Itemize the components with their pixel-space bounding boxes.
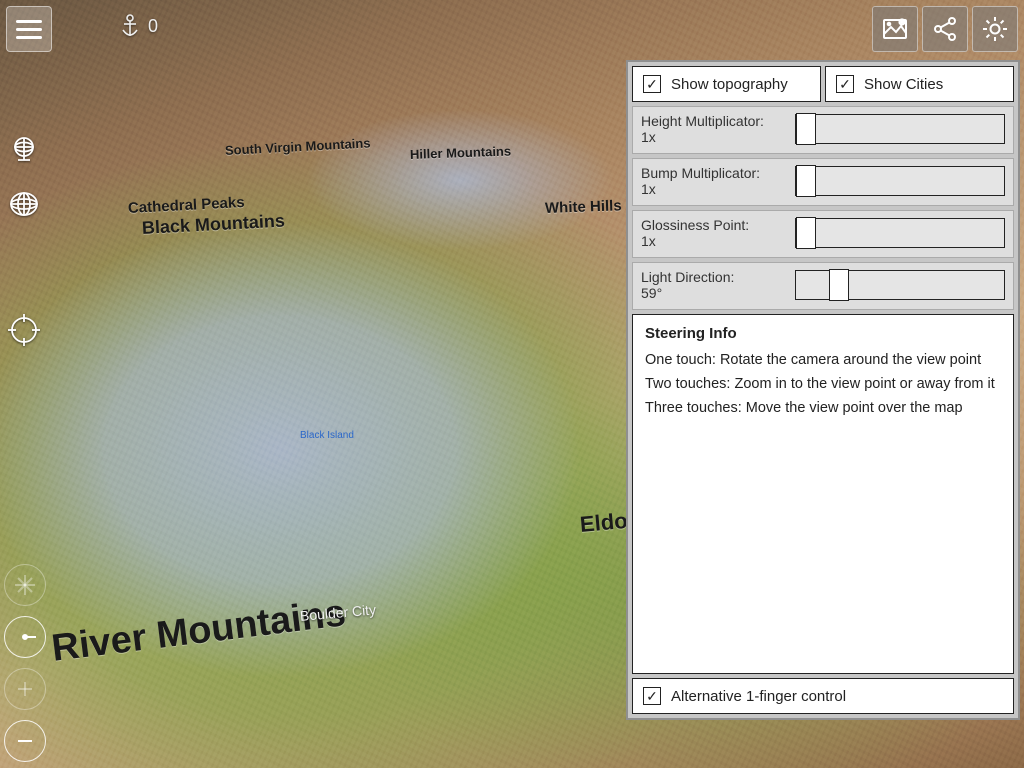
compass-button[interactable]	[4, 564, 46, 606]
slider-row: Glossiness Point:1x	[632, 210, 1014, 258]
zoom-in-button[interactable]	[4, 668, 46, 710]
checkbox-label: Alternative 1-finger control	[671, 688, 846, 705]
globe-view-button[interactable]	[4, 130, 44, 170]
slider-label: Height Multiplicator:	[641, 113, 791, 129]
rotate-button[interactable]	[4, 616, 46, 658]
alt-control-toggle[interactable]: Alternative 1-finger control	[632, 678, 1014, 714]
anchor-indicator: 0	[120, 14, 158, 38]
checkbox-icon	[836, 75, 854, 93]
show-topography-toggle[interactable]: Show topography	[632, 66, 821, 102]
info-title: Steering Info	[645, 325, 1001, 342]
steering-info-box: Steering Info One touch: Rotate the came…	[632, 314, 1014, 674]
slider-thumb[interactable]	[829, 269, 849, 301]
info-line: One touch: Rotate the camera around the …	[645, 352, 1001, 368]
locate-button[interactable]	[4, 310, 44, 350]
slider-thumb[interactable]	[796, 113, 816, 145]
checkbox-label: Show Cities	[864, 76, 943, 93]
map-style-button[interactable]	[872, 6, 918, 52]
slider-thumb[interactable]	[796, 165, 816, 197]
show-cities-toggle[interactable]: Show Cities	[825, 66, 1014, 102]
anchor-icon	[120, 14, 140, 38]
rotate-icon	[12, 624, 38, 650]
slider-row: Height Multiplicator:1x	[632, 106, 1014, 154]
slider-track[interactable]	[795, 114, 1005, 144]
slider-label: Light Direction:	[641, 269, 791, 285]
slider-track[interactable]	[795, 218, 1005, 248]
slider-label: Bump Multiplicator:	[641, 165, 791, 181]
slider-value: 1x	[641, 129, 791, 145]
info-line: Three touches: Move the view point over …	[645, 400, 1001, 416]
crosshair-icon	[6, 312, 42, 348]
map-image-icon	[881, 15, 909, 43]
info-line: Two touches: Zoom in to the view point o…	[645, 376, 1001, 392]
slider-row: Light Direction:59°	[632, 262, 1014, 310]
minus-icon	[15, 731, 35, 751]
zoom-out-button[interactable]	[4, 720, 46, 762]
slider-value: 1x	[641, 181, 791, 197]
slider-track[interactable]	[795, 166, 1005, 196]
slider-value: 1x	[641, 233, 791, 249]
checkbox-icon	[643, 687, 661, 705]
settings-button[interactable]	[972, 6, 1018, 52]
compass-icon	[12, 572, 38, 598]
slider-row: Bump Multiplicator:1x	[632, 158, 1014, 206]
slider-value: 59°	[641, 285, 791, 301]
checkbox-label: Show topography	[671, 76, 788, 93]
share-icon	[931, 15, 959, 43]
menu-button[interactable]	[6, 6, 52, 52]
share-button[interactable]	[922, 6, 968, 52]
plus-icon	[15, 679, 35, 699]
anchor-value: 0	[148, 16, 158, 37]
slider-thumb[interactable]	[796, 217, 816, 249]
checkbox-icon	[643, 75, 661, 93]
gear-icon	[980, 14, 1010, 44]
wire-globe-icon	[7, 187, 41, 221]
slider-label: Glossiness Point:	[641, 217, 791, 233]
settings-panel: Show topography Show Cities Height Multi…	[626, 60, 1020, 720]
globe-stand-icon	[7, 133, 41, 167]
slider-track[interactable]	[795, 270, 1005, 300]
grid-globe-button[interactable]	[4, 184, 44, 224]
